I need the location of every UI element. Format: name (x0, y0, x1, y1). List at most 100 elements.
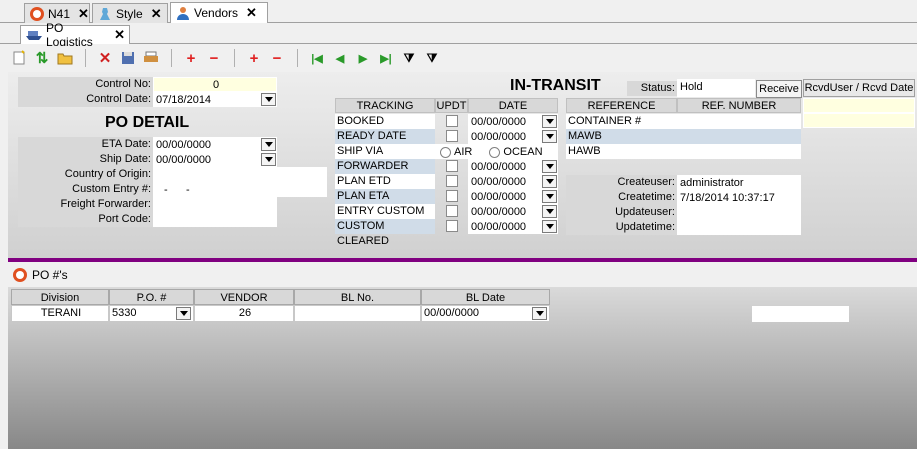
tracking-row-custom-cleared: CUSTOM CLEARED (335, 219, 435, 247)
chevron-down-icon[interactable] (542, 190, 557, 203)
delete-icon[interactable]: ✕ (94, 48, 116, 68)
column-division[interactable]: Division (11, 289, 109, 305)
chevron-down-icon[interactable] (542, 160, 557, 173)
status-field[interactable]: Hold (677, 79, 755, 97)
control-no-field[interactable]: 0 (153, 77, 277, 92)
column-bl-date[interactable]: BL Date (421, 289, 550, 305)
freight-forwarder-field[interactable] (153, 197, 277, 212)
tracking-row-plan-eta: PLAN ETA (335, 189, 435, 204)
last-record-icon[interactable]: ▶| (375, 48, 397, 68)
container-number-field[interactable] (677, 114, 801, 129)
plan-etd-update-checkbox[interactable] (446, 175, 458, 187)
dress-icon (97, 6, 113, 22)
createuser-label: Createuser: (566, 175, 677, 190)
tab-label: PO Logistics (46, 21, 93, 49)
chevron-down-icon[interactable] (542, 205, 557, 218)
mawb-field[interactable] (677, 129, 801, 144)
control-date-label: Control Date: (18, 92, 153, 107)
next-record-icon[interactable]: ▶ (352, 48, 374, 68)
forwarder-update-checkbox[interactable] (446, 160, 458, 172)
updatetime-label: Updatetime: (566, 220, 677, 235)
tracking-row-entry-custom: ENTRY CUSTOM (335, 204, 435, 219)
custom-entry-field[interactable]: - - (153, 182, 327, 197)
first-record-icon[interactable]: |◀ (306, 48, 328, 68)
port-code-label: Port Code: (18, 212, 153, 227)
air-radio[interactable] (440, 146, 451, 158)
entry-custom-update-checkbox[interactable] (446, 205, 458, 217)
updateuser-value (677, 205, 801, 220)
tab-vendors[interactable]: Vendors ✕ (170, 2, 268, 23)
ship-icon (25, 28, 43, 42)
freight-forwarder-label: Freight Forwarder: (18, 197, 153, 212)
close-icon[interactable]: ✕ (114, 27, 125, 43)
column-po-number[interactable]: P.O. # (109, 289, 194, 305)
po-grid-header: PO #'s (8, 264, 917, 286)
createuser-value: administrator (677, 175, 801, 190)
tab-style[interactable]: Style ✕ (92, 3, 168, 23)
app-logo-icon (29, 6, 45, 22)
remove-row-icon[interactable]: − (266, 48, 288, 68)
cell-bl-date[interactable]: 00/00/0000 (421, 305, 550, 322)
rcvd-date-field[interactable] (803, 113, 915, 128)
custom-cleared-update-checkbox[interactable] (446, 220, 458, 232)
ship-date-field[interactable]: 00/00/0000 (153, 152, 277, 167)
column-vendor[interactable]: VENDOR (194, 289, 294, 305)
open-folder-icon[interactable] (54, 48, 76, 68)
port-code-field[interactable] (153, 212, 277, 227)
country-field[interactable] (153, 167, 327, 182)
updateuser-label: Updateuser: (566, 205, 677, 220)
column-bl-no[interactable]: BL No. (294, 289, 421, 305)
add-icon[interactable]: + (180, 48, 202, 68)
booked-update-checkbox[interactable] (446, 115, 458, 127)
print-icon[interactable] (140, 48, 162, 68)
person-icon (175, 5, 191, 21)
tracking-row-booked: BOOKED (335, 114, 435, 129)
filter-icon[interactable]: ⧩ (398, 48, 420, 68)
hawb-field[interactable] (677, 144, 801, 159)
blank-field (752, 306, 849, 322)
plan-eta-update-checkbox[interactable] (446, 190, 458, 202)
tab-label: N41 (48, 6, 71, 21)
remove-icon[interactable]: − (203, 48, 225, 68)
add-row-icon[interactable]: + (243, 48, 265, 68)
chevron-down-icon[interactable] (542, 115, 557, 128)
save-icon[interactable] (117, 48, 139, 68)
chevron-down-icon[interactable] (261, 93, 276, 106)
close-icon[interactable]: ✕ (151, 6, 162, 22)
chevron-down-icon[interactable] (532, 307, 547, 320)
ship-date-label: Ship Date: (18, 152, 153, 167)
chevron-down-icon[interactable] (176, 307, 191, 320)
previous-record-icon[interactable]: ◀ (329, 48, 351, 68)
country-label: Country of Origin: (18, 167, 153, 182)
close-icon[interactable]: ✕ (78, 6, 89, 22)
control-no-label: Control No: (18, 77, 153, 92)
toolbar-divider (85, 49, 86, 67)
chevron-down-icon[interactable] (542, 175, 557, 188)
new-document-icon[interactable] (8, 48, 30, 68)
tracking-row-ready-date: READY DATE (335, 129, 435, 144)
receive-button[interactable]: Receive (756, 80, 802, 98)
reference-container: CONTAINER # (566, 114, 677, 129)
sub-tab-bar: PO Logistics ✕ (0, 21, 917, 49)
refresh-icon[interactable]: ⇅ (31, 48, 53, 68)
chevron-down-icon[interactable] (542, 130, 557, 143)
cell-vendor[interactable]: 26 (194, 305, 294, 322)
control-date-field[interactable]: 07/18/2014 (153, 92, 277, 107)
toolbar-divider (171, 49, 172, 67)
ready-date-update-checkbox[interactable] (446, 130, 458, 142)
document-tab-bar: N41 ✕ Style ✕ Vendors ✕ (0, 0, 917, 23)
close-icon[interactable]: ✕ (246, 5, 257, 21)
po-detail-title: PO DETAIL (105, 114, 190, 131)
createtime-value: 7/18/2014 10:37:17 (677, 190, 801, 205)
eta-date-field[interactable]: 00/00/0000 (153, 137, 277, 152)
cell-bl-no[interactable] (294, 305, 421, 322)
tab-po-logistics[interactable]: PO Logistics ✕ (20, 21, 130, 49)
chevron-down-icon[interactable] (261, 138, 276, 151)
filter-clear-icon[interactable]: ⧩ (421, 48, 443, 68)
tab-n41[interactable]: N41 ✕ (24, 3, 90, 23)
rcvd-user-field[interactable] (803, 98, 915, 113)
chevron-down-icon[interactable] (542, 220, 557, 233)
cell-division[interactable]: TERANI (11, 305, 109, 322)
ocean-radio[interactable] (489, 146, 501, 158)
chevron-down-icon[interactable] (261, 153, 276, 166)
